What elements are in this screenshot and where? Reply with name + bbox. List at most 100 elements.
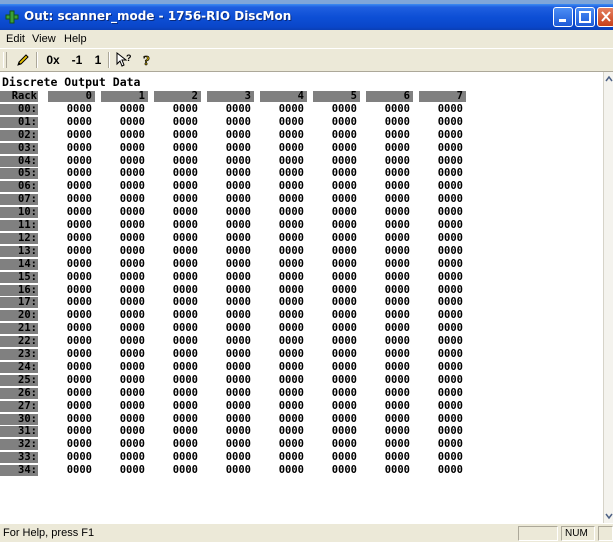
table-cell[interactable]: 0000 [154, 284, 201, 296]
table-cell[interactable]: 0000 [207, 116, 254, 128]
table-cell[interactable]: 0000 [48, 194, 95, 205]
table-cell[interactable]: 0000 [101, 271, 148, 283]
table-cell[interactable]: 0000 [419, 220, 466, 231]
menu-view[interactable]: View [32, 33, 56, 45]
table-cell[interactable]: 0000 [313, 426, 360, 437]
table-cell[interactable]: 0000 [207, 271, 254, 283]
table-cell[interactable]: 0000 [207, 245, 254, 257]
table-cell[interactable]: 0000 [313, 413, 360, 425]
table-cell[interactable]: 0000 [154, 336, 201, 347]
table-cell[interactable]: 0000 [48, 465, 95, 476]
menu-help[interactable]: Help [64, 33, 87, 45]
table-cell[interactable]: 0000 [101, 374, 148, 386]
table-cell[interactable]: 0000 [207, 207, 254, 218]
table-cell[interactable]: 0000 [101, 452, 148, 463]
table-cell[interactable]: 0000 [313, 284, 360, 296]
table-cell[interactable]: 0000 [154, 207, 201, 218]
table-cell[interactable]: 0000 [419, 232, 466, 244]
table-cell[interactable]: 0000 [419, 374, 466, 386]
table-cell[interactable]: 0000 [419, 168, 466, 179]
table-cell[interactable]: 0000 [101, 413, 148, 425]
table-cell[interactable]: 0000 [48, 258, 95, 270]
table-cell[interactable]: 0000 [101, 103, 148, 115]
table-cell[interactable]: 0000 [154, 465, 201, 476]
table-cell[interactable]: 0000 [419, 129, 466, 141]
table-cell[interactable]: 0000 [260, 297, 307, 308]
table-cell[interactable]: 0000 [48, 349, 95, 360]
table-cell[interactable]: 0000 [419, 336, 466, 347]
table-cell[interactable]: 0000 [260, 284, 307, 296]
table-cell[interactable]: 0000 [419, 245, 466, 257]
table-cell[interactable]: 0000 [154, 168, 201, 179]
table-cell[interactable]: 0000 [48, 439, 95, 450]
table-cell[interactable]: 0000 [48, 310, 95, 321]
table-cell[interactable]: 0000 [154, 426, 201, 437]
table-cell[interactable]: 0000 [154, 374, 201, 386]
table-cell[interactable]: 0000 [366, 103, 413, 115]
table-cell[interactable]: 0000 [419, 426, 466, 437]
table-cell[interactable]: 0000 [366, 220, 413, 231]
table-cell[interactable]: 0000 [154, 232, 201, 244]
table-cell[interactable]: 0000 [154, 452, 201, 463]
table-cell[interactable]: 0000 [260, 129, 307, 141]
table-cell[interactable]: 0000 [207, 284, 254, 296]
table-cell[interactable]: 0000 [101, 361, 148, 373]
table-cell[interactable]: 0000 [419, 271, 466, 283]
table-cell[interactable]: 0000 [101, 155, 148, 167]
table-cell[interactable]: 0000 [154, 142, 201, 154]
table-cell[interactable]: 0000 [154, 245, 201, 257]
table-cell[interactable]: 0000 [154, 349, 201, 360]
table-cell[interactable]: 0000 [101, 336, 148, 347]
table-cell[interactable]: 0000 [260, 349, 307, 360]
table-cell[interactable]: 0000 [260, 232, 307, 244]
title-bar[interactable]: Out: scanner_mode - 1756-RIO DiscMon [0, 4, 613, 30]
table-cell[interactable]: 0000 [48, 361, 95, 373]
table-cell[interactable]: 0000 [313, 297, 360, 308]
table-cell[interactable]: 0000 [207, 387, 254, 399]
table-cell[interactable]: 0000 [101, 323, 148, 334]
table-cell[interactable]: 0000 [260, 387, 307, 399]
table-cell[interactable]: 0000 [313, 194, 360, 205]
table-cell[interactable]: 0000 [313, 323, 360, 334]
table-cell[interactable]: 0000 [419, 142, 466, 154]
table-cell[interactable]: 0000 [260, 142, 307, 154]
table-cell[interactable]: 0000 [419, 155, 466, 167]
table-cell[interactable]: 0000 [366, 297, 413, 308]
minimize-button[interactable] [553, 7, 573, 27]
table-cell[interactable]: 0000 [260, 181, 307, 192]
table-cell[interactable]: 0000 [207, 258, 254, 270]
table-cell[interactable]: 0000 [101, 245, 148, 257]
table-cell[interactable]: 0000 [313, 103, 360, 115]
table-cell[interactable]: 0000 [313, 400, 360, 412]
table-cell[interactable]: 0000 [260, 439, 307, 450]
table-cell[interactable]: 0000 [48, 387, 95, 399]
table-cell[interactable]: 0000 [207, 181, 254, 192]
vertical-scrollbar[interactable] [603, 72, 613, 523]
table-cell[interactable]: 0000 [260, 323, 307, 334]
table-cell[interactable]: 0000 [260, 258, 307, 270]
table-cell[interactable]: 0000 [313, 258, 360, 270]
table-cell[interactable]: 0000 [207, 142, 254, 154]
table-cell[interactable]: 0000 [48, 413, 95, 425]
table-cell[interactable]: 0000 [101, 387, 148, 399]
table-cell[interactable]: 0000 [366, 194, 413, 205]
table-cell[interactable]: 0000 [207, 361, 254, 373]
table-cell[interactable]: 0000 [207, 103, 254, 115]
table-cell[interactable]: 0000 [366, 181, 413, 192]
table-cell[interactable]: 0000 [313, 207, 360, 218]
minus-one-button[interactable]: -1 [66, 51, 88, 69]
table-cell[interactable]: 0000 [101, 168, 148, 179]
table-cell[interactable]: 0000 [48, 168, 95, 179]
table-cell[interactable]: 0000 [366, 258, 413, 270]
table-cell[interactable]: 0000 [48, 336, 95, 347]
table-cell[interactable]: 0000 [48, 220, 95, 231]
table-cell[interactable]: 0000 [419, 284, 466, 296]
table-cell[interactable]: 0000 [101, 181, 148, 192]
table-cell[interactable]: 0000 [154, 155, 201, 167]
table-cell[interactable]: 0000 [313, 129, 360, 141]
table-cell[interactable]: 0000 [207, 155, 254, 167]
table-cell[interactable]: 0000 [101, 232, 148, 244]
table-cell[interactable]: 0000 [313, 452, 360, 463]
table-cell[interactable]: 0000 [313, 142, 360, 154]
table-cell[interactable]: 0000 [419, 361, 466, 373]
